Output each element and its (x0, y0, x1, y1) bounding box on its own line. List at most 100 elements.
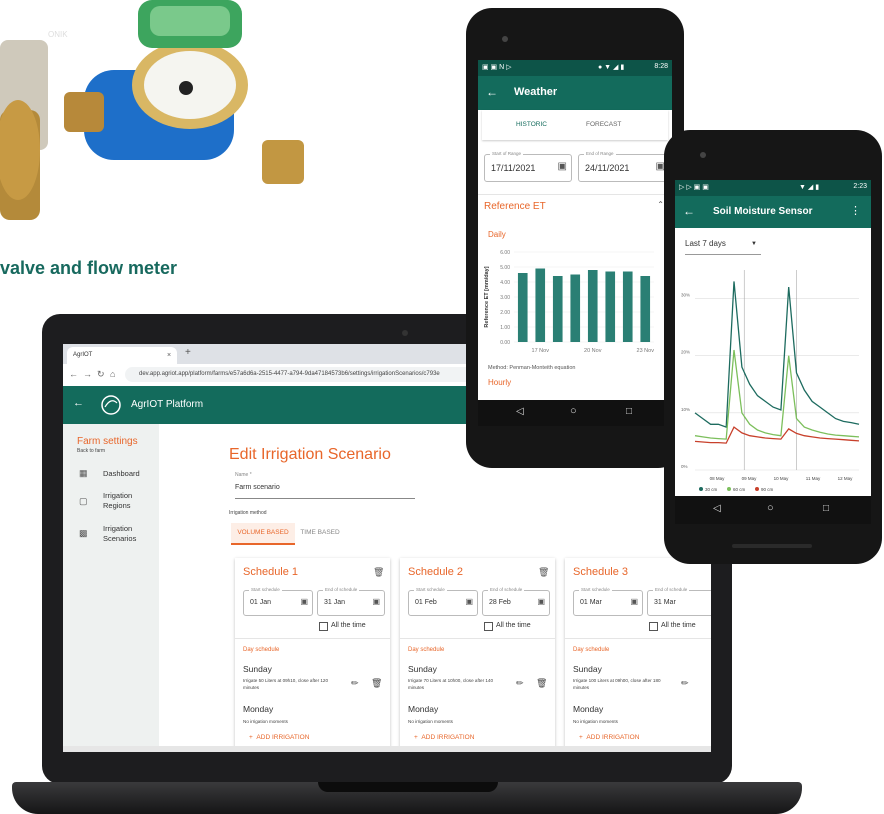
add-irrigation-label: ADD IRRIGATION (421, 734, 475, 741)
screen-title: Weather (514, 86, 558, 98)
x-tick-label: 20 Nov (584, 348, 602, 354)
delete-icon[interactable]: 🗑 (536, 678, 547, 689)
y-tick-label: 4.00 (500, 280, 510, 286)
collapse-icon[interactable]: ⌃ (657, 200, 664, 209)
tab-group: HISTORIC FORECAST (482, 110, 668, 140)
schedule-card: Schedule 1 🗑 Start schedule 01 Jan ▣ End… (235, 558, 390, 752)
more-menu-icon[interactable]: ⋮ (850, 204, 861, 217)
nav-home-icon[interactable]: ○ (570, 405, 577, 417)
horizontal-scrollbar[interactable] (63, 746, 711, 752)
divider (235, 638, 390, 639)
forward-arrow-icon[interactable]: → (83, 369, 92, 379)
agriot-logo-icon (101, 395, 121, 415)
screen-title: Soil Moisture Sensor (713, 206, 813, 217)
status-time: 8:28 (654, 63, 668, 70)
app-title: AgrIOT Platform (131, 399, 204, 410)
range-select[interactable]: Last 7 days ▼ (685, 234, 761, 255)
y-tick-label: 5.00 (500, 265, 510, 271)
tab-time-based[interactable]: TIME BASED (295, 523, 345, 543)
tab-indicator (231, 543, 295, 545)
hourly-title: Hourly (488, 378, 512, 387)
edit-icon[interactable]: ✏ (351, 678, 359, 689)
y-tick-label: 6.00 (500, 250, 510, 256)
field-label: Start schedule (249, 587, 282, 592)
day-name: Monday (243, 704, 274, 714)
soil-moisture-chart: 0% 10% 20% 30% 08 May 09 May 10 May 11 May 12 Ma… (681, 270, 860, 492)
nav-back-icon[interactable]: ◁ (713, 503, 721, 514)
calendar-icon[interactable]: ▣ (630, 597, 638, 606)
delete-icon[interactable]: 🗑 (371, 678, 382, 689)
edit-icon[interactable]: ✏ (681, 678, 689, 689)
delete-icon[interactable]: 🗑 (373, 567, 384, 578)
day-name: Sunday (573, 664, 602, 674)
calendar-icon[interactable]: ▣ (300, 597, 308, 606)
webcam (402, 330, 408, 336)
legend-swatch (755, 487, 759, 491)
start-date-field[interactable]: Start schedule 01 Jan ▣ (243, 587, 313, 616)
browser-tab[interactable]: AgrIOT × (67, 347, 177, 364)
bar (587, 270, 598, 342)
end-date-field[interactable]: End of schedule 28 Feb ▣ (482, 587, 550, 616)
tab-title: AgrIOT (73, 352, 93, 358)
delete-icon[interactable]: 🗑 (538, 567, 549, 578)
all-time-checkbox[interactable] (649, 622, 658, 631)
divider (565, 638, 711, 639)
schedule-title: Schedule 2 (408, 566, 464, 578)
app-back-icon[interactable]: ← (73, 397, 84, 409)
all-time-checkbox[interactable] (319, 622, 328, 631)
settings-sidebar: Farm settings Back to farm ▦ Dashboard ▢… (63, 424, 159, 752)
calendar-icon[interactable]: ▣ (465, 597, 473, 606)
calendar-icon[interactable]: ▣ (558, 161, 567, 172)
end-date-field[interactable]: End of schedule 31 Jan ▣ (317, 587, 385, 616)
et-bar-chart: 0.00 1.00 2.00 3.00 4.00 5.00 6.00 Reference ET… (484, 250, 654, 354)
irrigation-note: Irrigate 50 Liters at 09h10, close after… (243, 678, 329, 690)
back-to-farm-link[interactable]: Back to farm (77, 448, 105, 454)
calendar-icon[interactable]: ▣ (537, 597, 545, 606)
calendar-icon[interactable]: ▣ (372, 597, 380, 606)
reload-icon[interactable]: ↻ (97, 369, 105, 380)
field-value: 31 Jan (324, 599, 346, 606)
back-arrow-icon[interactable]: ← (69, 369, 78, 379)
schedule-card: Schedule 2 🗑 Start schedule 01 Feb ▣ End… (400, 558, 555, 752)
add-irrigation-button[interactable]: + ADD IRRIGATION (414, 734, 474, 741)
all-time-checkbox[interactable] (484, 622, 493, 631)
edit-icon[interactable]: ✏ (516, 678, 524, 689)
y-axis-label: Reference ET [mm/day] (484, 266, 490, 327)
bar (535, 268, 546, 342)
start-date-field[interactable]: Start schedule 01 Mar ▣ (573, 587, 643, 616)
add-irrigation-label: ADD IRRIGATION (586, 734, 640, 741)
field-label: End of Range (584, 151, 616, 156)
tab-close-icon[interactable]: × (167, 347, 171, 364)
back-arrow-icon[interactable]: ← (486, 85, 498, 99)
field-label: Start schedule (579, 587, 612, 592)
start-date-field[interactable]: Start schedule 01 Feb ▣ (408, 587, 478, 616)
field-value: 24/11/2021 (585, 163, 630, 173)
y-tick-label: 1.00 (500, 325, 510, 331)
name-input[interactable]: Farm scenario (235, 484, 415, 499)
name-field-label: Name * (235, 472, 252, 478)
nav-recents-icon[interactable]: □ (823, 503, 829, 514)
laptop-notch (318, 782, 498, 792)
field-label: End of schedule (488, 587, 525, 592)
home-icon[interactable]: ⌂ (110, 369, 115, 379)
end-date-field[interactable]: End of schedule 31 Mar (647, 587, 711, 616)
end-range-field[interactable]: End of Range 24/11/2021 ▣ (578, 151, 670, 182)
android-nav-bar: ◁ ○ □ (675, 496, 871, 524)
nav-recents-icon[interactable]: □ (626, 406, 632, 417)
irrigation-note: Irrigate 100 Liters at 09h00, close afte… (573, 678, 661, 690)
add-irrigation-button[interactable]: + ADD IRRIGATION (249, 734, 309, 741)
irrigation-note: No irrigation moments (573, 719, 618, 724)
back-arrow-icon[interactable]: ← (683, 204, 695, 218)
nav-back-icon[interactable]: ◁ (516, 406, 524, 417)
tab-volume-based[interactable]: VOLUME BASED (231, 523, 295, 543)
add-irrigation-button[interactable]: + ADD IRRIGATION (579, 734, 639, 741)
y-tick-label: 0.00 (500, 340, 510, 346)
tab-forecast[interactable]: FORECAST (586, 121, 621, 128)
field-value: 17/11/2021 (491, 163, 536, 173)
tab-historic[interactable]: HISTORIC (516, 121, 547, 128)
field-value: 01 Feb (415, 599, 437, 606)
nav-home-icon[interactable]: ○ (767, 502, 774, 514)
day-schedule-header: Day schedule (573, 647, 610, 653)
new-tab-icon[interactable]: + (185, 347, 191, 358)
start-range-field[interactable]: Start of Range 17/11/2021 ▣ (484, 151, 572, 182)
